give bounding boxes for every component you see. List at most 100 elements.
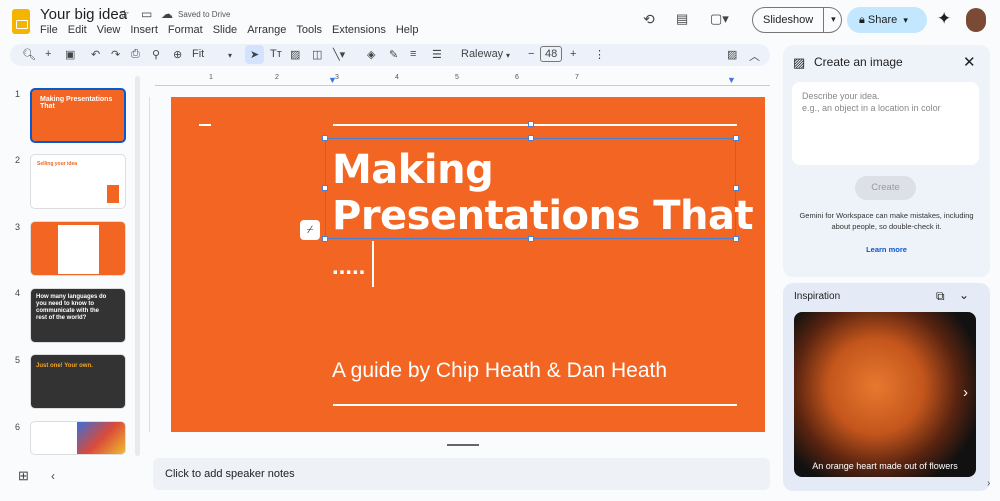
menu-edit[interactable]: Edit	[68, 24, 87, 36]
ruler-label: 4	[395, 74, 399, 81]
increase-font-icon[interactable]: +	[570, 48, 576, 60]
slide-thumbnail-6[interactable]	[30, 421, 126, 455]
left-indent-marker[interactable]: ▼	[328, 75, 337, 85]
zoom-dropdown-icon[interactable]: ▾	[228, 51, 232, 60]
ruler-label: 7	[575, 74, 579, 81]
slide-thumbnail-3[interactable]	[30, 221, 126, 276]
border-weight-icon[interactable]: ≡	[410, 48, 416, 60]
slide-canvas[interactable]: Making Presentations That ⌿ ..... A guid…	[171, 97, 765, 432]
expand-panel-icon[interactable]: ›	[987, 478, 990, 489]
image-caption: An orange heart made out of flowers	[812, 461, 958, 471]
print-icon[interactable]: ⎙	[131, 48, 140, 61]
thumb-title: How many languages do you need to know t…	[36, 294, 107, 321]
new-slide-icon[interactable]: +	[45, 48, 51, 60]
paint-format-icon[interactable]: ⚲	[152, 48, 160, 61]
slide-thumbnail-1[interactable]: Making Presentations That	[30, 88, 126, 143]
slide-title[interactable]: Making Presentations That	[332, 147, 754, 239]
notes-resize-handle[interactable]	[447, 444, 479, 446]
lock-icon: 🔒︎	[859, 13, 865, 26]
shape-icon[interactable]: ◫	[312, 48, 322, 61]
share-dropdown[interactable]: ▾	[903, 15, 908, 26]
collapse-filmstrip-icon[interactable]: ‹	[51, 469, 55, 483]
menu-tools[interactable]: Tools	[296, 24, 322, 36]
redo-icon[interactable]: ↷	[111, 48, 120, 61]
border-dash-icon[interactable]: ☰	[432, 48, 442, 61]
accent-dash	[199, 124, 211, 126]
line-icon[interactable]: ╲▾	[333, 48, 345, 61]
slide-number: 2	[15, 155, 21, 165]
smart-chip-icon[interactable]: ⌿	[300, 220, 320, 240]
thumb-title: Selling your idea	[37, 161, 78, 167]
menu-slide[interactable]: Slide	[213, 24, 237, 36]
slide-thumbnail-2[interactable]: Selling your idea	[30, 154, 126, 209]
more-icon[interactable]: ⋮	[594, 48, 605, 61]
border-color-icon[interactable]: ✎	[389, 48, 398, 61]
menu-format[interactable]: Format	[168, 24, 203, 36]
menu-bar: File Edit View Insert Format Slide Arran…	[40, 24, 418, 36]
history-icon[interactable]: ⟲	[643, 11, 655, 28]
slideshow-button[interactable]: Slideshow ▾	[752, 7, 842, 33]
font-select[interactable]: Raleway	[461, 48, 503, 60]
inspiration-image[interactable]: › An orange heart made out of flowers	[794, 312, 976, 477]
move-folder-icon[interactable]: ▭	[141, 7, 152, 21]
slide-subtitle[interactable]: A guide by Chip Heath & Dan Heath	[332, 359, 667, 383]
insert-image-icon[interactable]: ▨	[727, 48, 737, 61]
font-size-input[interactable]: 48	[540, 46, 563, 62]
slide-dots[interactable]: .....	[332, 253, 365, 281]
menu-view[interactable]: View	[97, 24, 121, 36]
search-icon[interactable]: 🔍︎	[22, 48, 36, 61]
image-icon[interactable]: ▨	[290, 48, 300, 61]
copy-icon[interactable]: ⧉	[936, 289, 945, 304]
save-status: Saved to Drive	[178, 10, 231, 19]
slideshow-dropdown[interactable]: ▾	[823, 8, 843, 32]
filmstrip-scrollbar[interactable]	[135, 76, 140, 456]
cloud-icon: ☁	[161, 7, 173, 21]
menu-help[interactable]: Help	[396, 24, 419, 36]
grid-view-icon[interactable]: ⊞	[18, 468, 29, 484]
comments-icon[interactable]: ▤	[676, 11, 688, 27]
top-divider	[333, 124, 737, 126]
slideshow-label[interactable]: Slideshow	[753, 14, 823, 26]
chevron-down-icon[interactable]: ⌄	[959, 288, 969, 302]
menu-file[interactable]: File	[40, 24, 58, 36]
prompt-input[interactable]: Describe your idea. e.g., an object in a…	[792, 82, 979, 165]
thumb-title: Just one! Your own.	[36, 363, 93, 369]
ruler-label: 6	[515, 74, 519, 81]
slide-thumbnail-4[interactable]: How many languages do you need to know t…	[30, 288, 126, 343]
document-title[interactable]: Your big idea	[40, 6, 127, 23]
next-arrow-icon[interactable]: ›	[963, 384, 968, 401]
share-button[interactable]: 🔒︎ Share ▾	[847, 7, 927, 33]
fill-color-icon[interactable]: ◈	[367, 48, 375, 61]
slides-logo[interactable]	[12, 9, 30, 34]
zoom-select[interactable]: Fit	[192, 48, 204, 60]
font-dropdown-icon[interactable]: ▾	[506, 51, 510, 60]
slide-number: 4	[15, 288, 21, 298]
undo-icon[interactable]: ↶	[91, 48, 100, 61]
menu-extensions[interactable]: Extensions	[332, 24, 386, 36]
star-icon[interactable]: ☆	[119, 7, 130, 21]
avatar[interactable]	[966, 8, 986, 32]
ruler-label: 5	[455, 74, 459, 81]
learn-more-link[interactable]: Learn more	[783, 245, 990, 254]
right-indent-marker[interactable]: ▼	[727, 75, 736, 85]
text-cursor	[372, 241, 374, 287]
title-line-2: Presentations That	[332, 193, 754, 239]
menu-insert[interactable]: Insert	[130, 24, 158, 36]
layout-icon[interactable]: ▣	[65, 48, 75, 61]
meet-icon[interactable]: ▢▾	[710, 11, 729, 27]
close-icon[interactable]: ✕	[963, 53, 976, 71]
inspiration-card: Inspiration ⧉ ⌄ › An orange heart made o…	[783, 283, 990, 491]
vertical-ruler	[140, 97, 150, 432]
text-box-icon[interactable]: Tт	[270, 48, 282, 60]
select-tool-icon[interactable]: ➤	[245, 45, 265, 64]
speaker-notes[interactable]: Click to add speaker notes	[153, 458, 770, 490]
collapse-toolbar-icon[interactable]: ︿	[749, 48, 760, 64]
create-button[interactable]: Create	[855, 176, 916, 200]
slide-thumbnail-5[interactable]: Just one! Your own.	[30, 354, 126, 409]
thumb-title: Making Presentations That	[40, 96, 113, 110]
decrease-font-icon[interactable]: −	[528, 48, 534, 60]
menu-arrange[interactable]: Arrange	[247, 24, 286, 36]
gemini-icon[interactable]: ✦	[937, 9, 951, 29]
slide-number: 6	[15, 422, 21, 432]
zoom-icon[interactable]: ⊕	[173, 48, 182, 61]
